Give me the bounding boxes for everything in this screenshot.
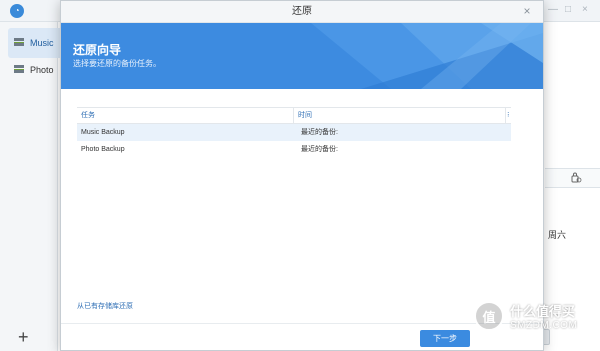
task-cell: Music Backup — [81, 129, 125, 136]
watermark: 值 什么值得买 SMZDM.COM — [474, 301, 577, 331]
watermark-text: 什么值得买 — [510, 304, 576, 319]
wizard-banner: 还原向导 选择要还原的备份任务。 — [61, 23, 543, 89]
watermark-logo-icon: 值 — [474, 301, 504, 331]
sidebar-item-photo[interactable]: Photo — [8, 55, 60, 85]
background-sidebar: Music Photo — [0, 22, 60, 351]
table-row[interactable]: Photo Backup 最近的备份: — [77, 141, 511, 158]
server-icon — [14, 65, 24, 75]
sidebar-item-music[interactable]: Music — [8, 28, 60, 58]
maximize-icon[interactable]: □ — [565, 5, 571, 15]
lock-settings-icon[interactable] — [570, 171, 582, 183]
add-button[interactable]: + — [18, 328, 29, 346]
backup-task-table: 任务 时间 ⁝ Music Backup 最近的备份: Photo Backup… — [77, 107, 511, 158]
sidebar-item-label: Photo — [30, 65, 54, 75]
table-header: 任务 时间 ⁝ — [77, 108, 511, 124]
server-icon — [14, 38, 24, 48]
close-icon[interactable]: × — [582, 5, 588, 15]
sidebar-item-label: Music — [30, 38, 54, 48]
banner-decoration — [311, 23, 543, 89]
restore-dialog: 还原 × 还原向导 选择要还原的备份任务。 任务 时间 ⁝ Music Back… — [60, 0, 544, 351]
task-cell: Photo Backup — [81, 146, 125, 153]
restore-from-repository-link[interactable]: 从已有存储库还原 — [77, 301, 133, 311]
watermark-subtext: SMZDM.COM — [510, 320, 578, 331]
banner-subtitle: 选择要还原的备份任务。 — [73, 59, 161, 68]
banner-title: 还原向导 — [73, 43, 122, 57]
column-header-task[interactable]: 任务 — [77, 108, 294, 124]
time-cell: 最近的备份: — [301, 146, 338, 153]
next-button[interactable]: 下一步 — [420, 330, 470, 347]
schedule-text: 周六 — [548, 230, 567, 240]
close-icon[interactable]: × — [519, 3, 535, 19]
app-logo-icon: ◔ — [10, 4, 24, 18]
dialog-titlebar: 还原 × — [61, 1, 543, 23]
dialog-footer: 下一步 — [61, 323, 543, 351]
time-cell: 最近的备份: — [301, 129, 338, 136]
table-row[interactable]: Music Backup 最近的备份: — [77, 124, 511, 141]
watermark-text-block: 什么值得买 SMZDM.COM — [510, 301, 577, 331]
dialog-title: 还原 — [292, 6, 312, 17]
column-menu-icon[interactable]: ⁝ — [505, 108, 511, 124]
column-header-time[interactable]: 时间 — [294, 108, 505, 124]
minimize-icon[interactable]: — — [548, 5, 558, 15]
